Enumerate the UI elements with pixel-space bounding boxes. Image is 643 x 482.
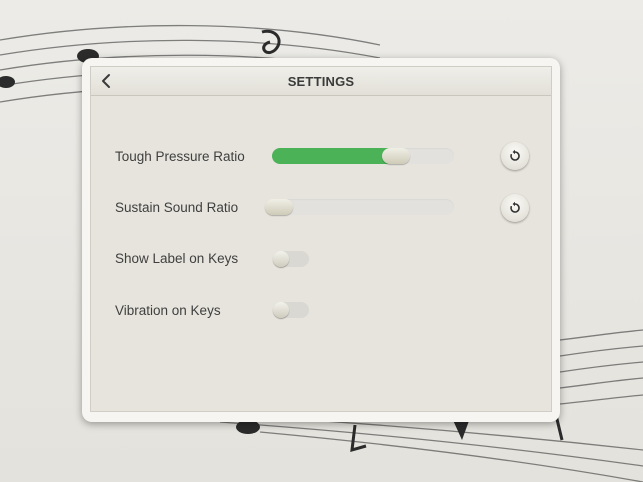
page-title: SETTINGS xyxy=(287,74,355,89)
touch-pressure-label: Tough Pressure Ratio xyxy=(115,149,245,164)
vibration-label: Vibration on Keys xyxy=(115,303,221,318)
touch-pressure-slider-knob[interactable] xyxy=(381,148,410,164)
show-label-toggle-knob xyxy=(273,251,289,267)
touch-pressure-reset-button[interactable] xyxy=(501,142,529,170)
reset-icon xyxy=(510,149,520,161)
show-label-label: Show Label on Keys xyxy=(115,251,239,266)
app-screen: SETTINGS Tough Pressure Ratio Sustain So… xyxy=(0,0,643,482)
vibration-toggle-knob xyxy=(273,302,289,318)
show-label-toggle[interactable] xyxy=(273,251,309,267)
sustain-sound-label: Sustain Sound Ratio xyxy=(115,200,239,215)
sustain-sound-slider[interactable] xyxy=(265,199,454,215)
settings-dialog: SETTINGS Tough Pressure Ratio Sustain So… xyxy=(90,66,552,412)
dialog-header: SETTINGS xyxy=(91,67,551,96)
reset-icon xyxy=(510,201,520,213)
sustain-sound-reset-button[interactable] xyxy=(501,194,529,222)
touch-pressure-slider-fill xyxy=(272,148,396,164)
touch-pressure-slider[interactable] xyxy=(272,148,454,164)
sustain-sound-slider-knob[interactable] xyxy=(265,199,293,215)
vibration-toggle[interactable] xyxy=(273,302,309,318)
